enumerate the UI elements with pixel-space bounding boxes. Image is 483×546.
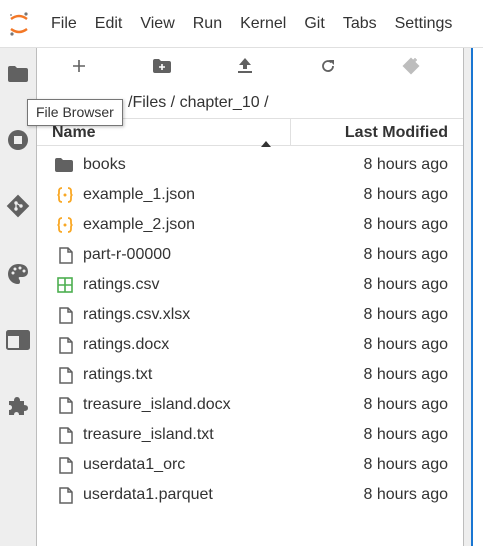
file-modified: 8 hours ago: [363, 426, 448, 443]
menu-bar: File Edit View Run Kernel Git Tabs Setti…: [0, 0, 483, 48]
file-list-item[interactable]: example_1.json 8 hours ago: [37, 180, 463, 210]
menu-tabs[interactable]: Tabs: [334, 0, 386, 48]
breadcrumb-path[interactable]: /Files / chapter_10 /: [128, 94, 269, 111]
column-header-last-modified[interactable]: Last Modified: [291, 119, 463, 145]
file-icon: [37, 456, 83, 474]
file-name: userdata1.parquet: [83, 486, 213, 503]
file-modified: 8 hours ago: [363, 456, 448, 473]
git-clone-button[interactable]: [369, 52, 452, 84]
menu-edit[interactable]: Edit: [86, 0, 132, 48]
file-name: example_1.json: [83, 186, 196, 203]
menu-file[interactable]: File: [38, 0, 86, 48]
file-browser-toolbar: [37, 48, 463, 88]
new-launcher-icon: [72, 59, 86, 78]
file-modified: 8 hours ago: [363, 156, 448, 173]
file-list-item[interactable]: userdata1.parquet 8 hours ago: [37, 480, 463, 510]
file-icon: [37, 426, 83, 444]
file-list-item[interactable]: example_2.json 8 hours ago: [37, 210, 463, 240]
tooltip: File Browser: [27, 99, 123, 126]
folder-icon: [37, 158, 83, 172]
new-launcher-button[interactable]: [37, 52, 120, 84]
json-file-icon: [37, 217, 83, 233]
file-modified: 8 hours ago: [363, 336, 448, 353]
file-icon: [37, 306, 83, 324]
file-list-item[interactable]: ratings.csv.xlsx 8 hours ago: [37, 300, 463, 330]
file-modified: 8 hours ago: [363, 246, 448, 263]
folder-icon[interactable]: [0, 56, 36, 92]
refresh-icon: [320, 58, 336, 79]
stop-circle-icon[interactable]: [0, 122, 36, 158]
file-list-item[interactable]: treasure_island.txt 8 hours ago: [37, 420, 463, 450]
file-name: treasure_island.docx: [83, 396, 231, 413]
upload-icon: [237, 57, 252, 79]
file-icon: [37, 366, 83, 384]
menu-kernel[interactable]: Kernel: [231, 0, 295, 48]
spreadsheet-icon: [37, 277, 83, 293]
palette-icon[interactable]: [0, 256, 36, 292]
file-name: ratings.csv.xlsx: [83, 306, 191, 323]
new-folder-button[interactable]: [120, 52, 203, 84]
file-list-item[interactable]: ratings.csv 8 hours ago: [37, 270, 463, 300]
git-clone-icon: [401, 56, 421, 81]
file-modified: 8 hours ago: [363, 276, 448, 293]
upload-button[interactable]: [203, 52, 286, 84]
file-name: ratings.csv: [83, 276, 160, 293]
main-area-edge: [463, 48, 483, 546]
jupyter-logo-icon[interactable]: [0, 0, 38, 48]
file-list-item[interactable]: books 8 hours ago: [37, 150, 463, 180]
file-icon: [37, 396, 83, 414]
file-modified: 8 hours ago: [363, 366, 448, 383]
file-list-item[interactable]: treasure_island.docx 8 hours ago: [37, 390, 463, 420]
file-modified: 8 hours ago: [363, 306, 448, 323]
file-modified: 8 hours ago: [363, 486, 448, 503]
menu-run[interactable]: Run: [184, 0, 231, 48]
file-icon: [37, 246, 83, 264]
json-file-icon: [37, 187, 83, 203]
file-name: books: [83, 156, 126, 173]
file-icon: [37, 486, 83, 504]
git-icon[interactable]: [0, 188, 36, 224]
file-name: userdata1_orc: [83, 456, 186, 473]
file-list: books 8 hours ago example_1.json 8 hours ag…: [37, 150, 463, 510]
file-list-item[interactable]: part-r-00000 8 hours ago: [37, 240, 463, 270]
file-list-item[interactable]: userdata1_orc 8 hours ago: [37, 450, 463, 480]
extension-puzzle-icon[interactable]: [0, 388, 36, 424]
new-folder-icon: [152, 58, 171, 78]
menu-settings[interactable]: Settings: [386, 0, 462, 48]
file-name: treasure_island.txt: [83, 426, 214, 443]
file-list-item[interactable]: ratings.docx 8 hours ago: [37, 330, 463, 360]
file-icon: [37, 336, 83, 354]
file-modified: 8 hours ago: [363, 396, 448, 413]
file-name: ratings.docx: [83, 336, 170, 353]
column-header-name-label: Name: [52, 124, 96, 141]
file-name: example_2.json: [83, 216, 196, 233]
menu-view[interactable]: View: [131, 0, 183, 48]
menu-git[interactable]: Git: [295, 0, 333, 48]
tabs-icon[interactable]: [0, 322, 36, 358]
file-list-item[interactable]: ratings.txt 8 hours ago: [37, 360, 463, 390]
file-modified: 8 hours ago: [363, 216, 448, 233]
file-name: part-r-00000: [83, 246, 172, 263]
main-area-strip: [473, 48, 483, 546]
refresh-button[interactable]: [286, 52, 369, 84]
file-modified: 8 hours ago: [363, 186, 448, 203]
file-name: ratings.txt: [83, 366, 153, 383]
